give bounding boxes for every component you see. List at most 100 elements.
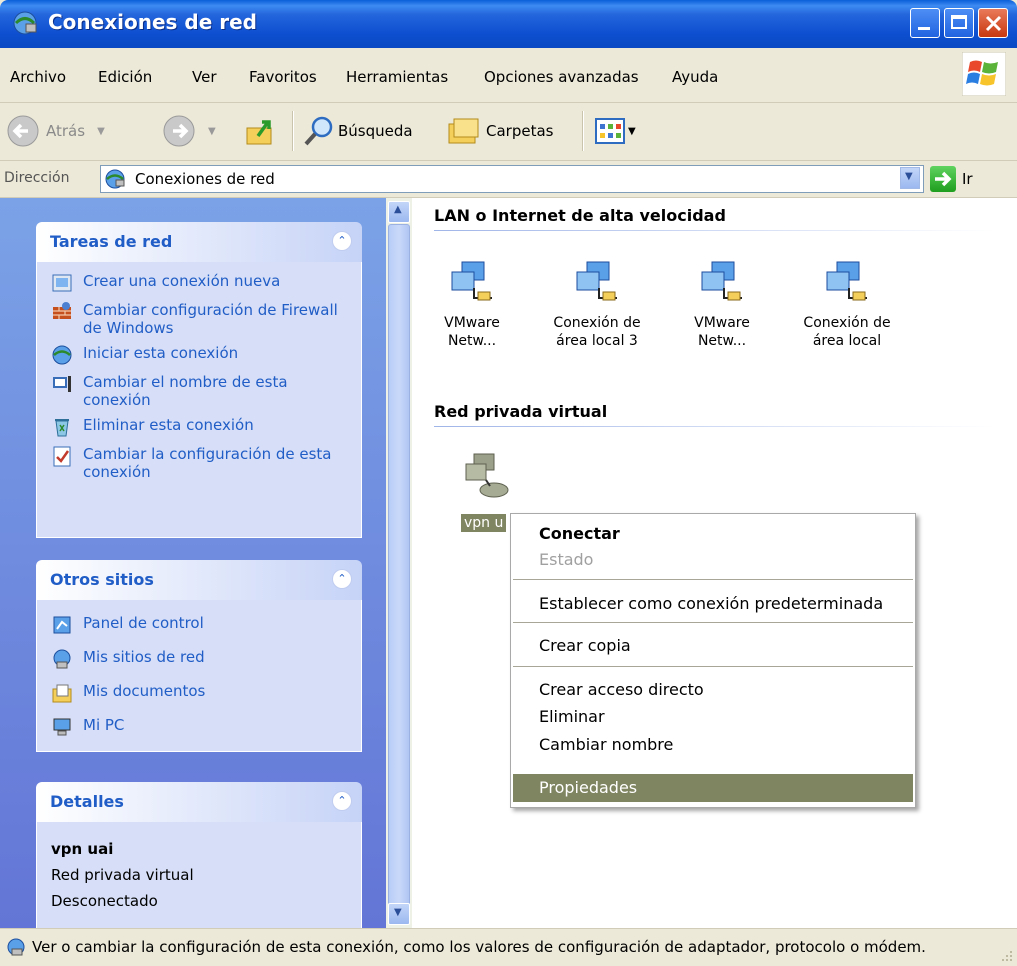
my-documents-icon <box>52 684 72 703</box>
chevron-down-icon[interactable]: ▼ <box>628 126 636 137</box>
address-input[interactable]: Conexiones de red <box>100 165 924 193</box>
menu-ver[interactable]: Ver <box>192 68 217 86</box>
menu-ayuda[interactable]: Ayuda <box>672 68 718 86</box>
rename-icon <box>53 376 71 392</box>
menu-item-properties[interactable]: Propiedades <box>539 778 637 797</box>
vpn-connection-label[interactable]: vpn u <box>461 514 507 532</box>
network-tasks-header[interactable]: Tareas de red ⌃ <box>36 222 362 262</box>
menu-archivo[interactable]: Archivo <box>10 68 66 86</box>
chevron-down-icon[interactable]: ▼ <box>208 126 216 137</box>
connection-item[interactable]: VMware Netw... <box>412 258 532 350</box>
menu-item-create-copy[interactable]: Crear copia <box>539 636 631 655</box>
connection-name-line1: Conexión de <box>803 315 891 331</box>
task-firewall-settings[interactable]: Cambiar configuración de Firewall de Win… <box>51 301 349 337</box>
menu-item-connect[interactable]: Conectar <box>539 524 620 543</box>
connection-item[interactable]: Conexión de área local 3 <box>537 258 657 350</box>
chevron-down-icon[interactable]: ▼ <box>97 126 105 137</box>
chevron-up-icon: ▲ <box>394 204 402 215</box>
windows-logo-icon <box>962 52 1006 96</box>
search-label: Búsqueda <box>338 122 413 140</box>
back-label: Atrás <box>46 122 86 140</box>
resize-grip-icon[interactable] <box>999 948 1013 962</box>
forward-button[interactable]: ▼ <box>162 111 216 151</box>
other-places-header[interactable]: Otros sitios ⌃ <box>36 560 362 600</box>
details-header[interactable]: Detalles ⌃ <box>36 782 362 822</box>
task-label: Cambiar la configuración de esta conexió… <box>83 445 332 481</box>
details-connection-name: vpn uai <box>51 840 114 858</box>
folders-label: Carpetas <box>486 122 554 140</box>
task-delete-connection[interactable]: Eliminar esta conexión <box>51 416 349 438</box>
task-rename-connection[interactable]: Cambiar el nombre de esta conexión <box>51 373 349 409</box>
scroll-up-button[interactable]: ▲ <box>388 201 410 223</box>
folder-up-icon <box>246 120 272 145</box>
back-arrow-icon <box>7 115 39 147</box>
menu-edicion[interactable]: Edición <box>98 68 152 86</box>
menu-item-create-shortcut[interactable]: Crear acceso directo <box>539 680 704 699</box>
maximize-button[interactable] <box>944 8 974 38</box>
details-panel: Detalles ⌃ vpn uai Red privada virtual D… <box>36 782 362 942</box>
task-pane: Tareas de red ⌃ Crear una conexión nueva… <box>0 198 386 942</box>
chevron-down-icon: ▼ <box>394 907 402 918</box>
place-label: Mis documentos <box>83 682 206 700</box>
lan-connection-icon <box>451 261 492 301</box>
scroll-thumb[interactable] <box>388 224 410 906</box>
minimize-button[interactable] <box>910 8 940 38</box>
vertical-scrollbar[interactable]: ▲ ▼ <box>386 198 412 928</box>
task-change-settings[interactable]: Cambiar la configuración de esta conexió… <box>51 445 349 481</box>
views-button[interactable]: ▼ <box>594 111 636 151</box>
network-tasks-title: Tareas de red <box>50 232 173 251</box>
vpn-connection-icon[interactable] <box>464 450 512 500</box>
place-my-documents[interactable]: Mis documentos <box>51 682 349 704</box>
menu-item-rename[interactable]: Cambiar nombre <box>539 735 673 754</box>
back-button[interactable]: Atrás ▼ <box>6 111 105 151</box>
connection-name-line1: VMware <box>444 315 500 331</box>
place-my-computer[interactable]: Mi PC <box>51 716 349 738</box>
title-bar[interactable]: Conexiones de red <box>0 0 1017 48</box>
go-button[interactable] <box>930 166 956 192</box>
collapse-icon[interactable]: ⌃ <box>332 569 352 589</box>
details-title: Detalles <box>50 792 124 811</box>
status-bar: Ver o cambiar la configuración de esta c… <box>0 928 1017 966</box>
task-label: Eliminar esta conexión <box>83 416 254 434</box>
control-panel-icon <box>53 616 71 634</box>
connection-item[interactable]: Conexión de área local <box>787 258 907 350</box>
details-connection-status: Desconectado <box>51 892 158 910</box>
search-button[interactable]: Búsqueda <box>302 111 413 151</box>
connection-name-line2: área local <box>812 333 882 349</box>
connection-name-line2: Netw... <box>697 333 747 349</box>
place-label: Panel de control <box>83 614 204 632</box>
lan-connection-icon <box>701 261 742 301</box>
menu-item-delete[interactable]: Eliminar <box>539 707 605 726</box>
menu-opciones-avanzadas[interactable]: Opciones avanzadas <box>484 68 639 86</box>
scroll-down-button[interactable]: ▼ <box>388 903 410 925</box>
place-network-places[interactable]: Mis sitios de red <box>51 648 349 670</box>
network-tasks-body: Crear una conexión nueva Cambiar configu… <box>36 262 362 538</box>
place-label: Mis sitios de red <box>83 648 205 666</box>
task-label: Cambiar configuración de Firewall de Win… <box>83 301 338 337</box>
properties-icon <box>53 446 71 467</box>
folders-button[interactable]: Carpetas <box>446 111 553 151</box>
group-vpn-title: Red privada virtual <box>434 402 608 421</box>
explorer-window: Conexiones de red Archivo Edición Ver Fa… <box>0 0 1017 966</box>
address-bar: Dirección Conexiones de red ▼ Ir <box>0 161 1017 198</box>
details-connection-type: Red privada virtual <box>51 866 194 884</box>
task-create-connection[interactable]: Crear una conexión nueva <box>51 272 349 294</box>
menu-herramientas[interactable]: Herramientas <box>346 68 448 86</box>
group-lan-title: LAN o Internet de alta velocidad <box>434 206 726 225</box>
address-dropdown-button[interactable]: ▼ <box>900 167 920 189</box>
menu-item-set-default[interactable]: Establecer como conexión predeterminada <box>539 594 883 613</box>
address-label: Dirección <box>4 170 70 186</box>
collapse-icon[interactable]: ⌃ <box>332 231 352 251</box>
place-control-panel[interactable]: Panel de control <box>51 614 349 636</box>
menu-favoritos[interactable]: Favoritos <box>249 68 317 86</box>
close-button[interactable] <box>978 8 1008 38</box>
go-label[interactable]: Ir <box>962 170 973 188</box>
window-title: Conexiones de red <box>48 10 257 34</box>
menu-item-status[interactable]: Estado <box>539 550 593 569</box>
collapse-icon[interactable]: ⌃ <box>332 791 352 811</box>
task-start-connection[interactable]: Iniciar esta conexión <box>51 344 349 366</box>
task-label: Cambiar el nombre de esta conexión <box>83 373 288 409</box>
up-folder-button[interactable] <box>244 111 278 151</box>
network-connections-icon <box>7 938 25 956</box>
connection-item[interactable]: VMware Netw... <box>662 258 782 350</box>
